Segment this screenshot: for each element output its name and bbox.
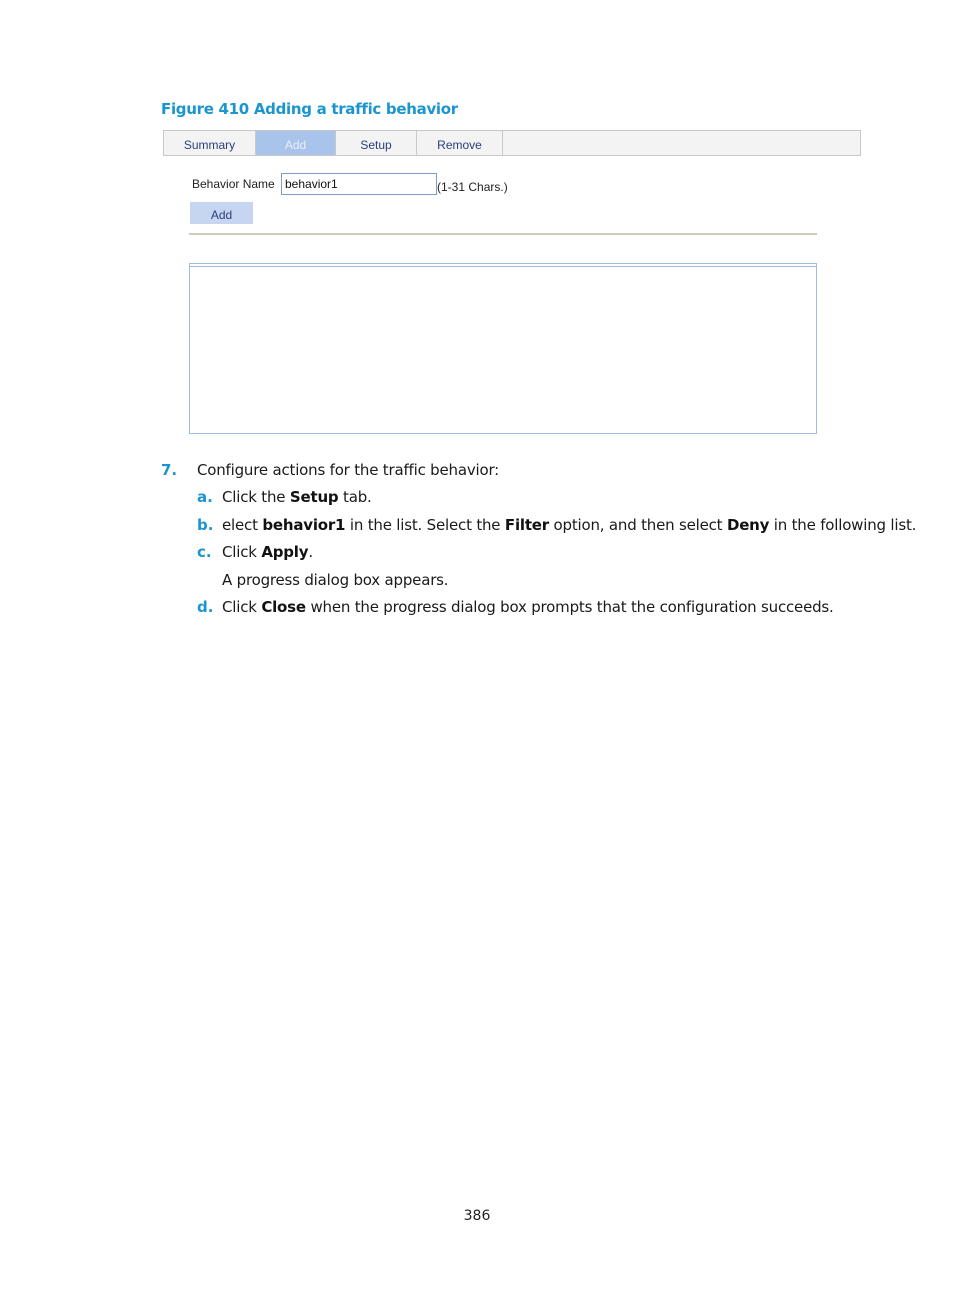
substep-b-text-mid2: option, and then select xyxy=(548,516,727,534)
substep-d: Click Close when the progress dialog box… xyxy=(222,598,834,616)
substep-marker-b: b. xyxy=(197,516,214,534)
substep-c: Click Apply. xyxy=(222,543,313,561)
tab-remove[interactable]: Remove xyxy=(417,131,503,155)
tab-bar: Summary Add Setup Remove xyxy=(163,130,861,156)
close-term: Close xyxy=(261,598,306,616)
substep-marker-d: d. xyxy=(197,598,214,616)
substep-b-text-end: in the following list. xyxy=(769,516,917,534)
behavior-list-box[interactable] xyxy=(189,263,817,434)
substep-d-text: Click xyxy=(222,598,262,616)
page-number: 386 xyxy=(463,1208,491,1224)
substep-a: Click the Setup tab. xyxy=(222,488,372,506)
divider xyxy=(189,233,817,235)
deny-term: Deny xyxy=(726,516,770,534)
substep-c-text: Click xyxy=(222,543,262,561)
substep-a-text-end: tab. xyxy=(338,488,372,506)
behavior-name-hint: (1-31 Chars.) xyxy=(437,180,508,194)
tab-setup[interactable]: Setup xyxy=(336,131,417,155)
tab-add[interactable]: Add xyxy=(256,131,336,155)
tab-summary[interactable]: Summary xyxy=(164,131,256,155)
setup-term: Setup xyxy=(289,488,339,506)
behavior-name-label: Behavior Name xyxy=(192,177,275,191)
substep-marker-c: c. xyxy=(197,543,212,561)
behavior-name-input[interactable] xyxy=(281,173,437,195)
step-number: 7. xyxy=(161,461,178,479)
substep-b-text: elect xyxy=(222,516,263,534)
figure-caption: Figure 410 Adding a traffic behavior xyxy=(161,100,458,118)
filter-term: Filter xyxy=(504,516,549,534)
apply-term: Apply xyxy=(261,543,309,561)
add-button[interactable]: Add xyxy=(190,202,253,224)
substep-b-text-mid1: in the list. Select the xyxy=(345,516,505,534)
substep-d-text-end: when the progress dialog box prompts tha… xyxy=(305,598,834,616)
step-text: Configure actions for the traffic behavi… xyxy=(197,461,500,479)
substep-c-note: A progress dialog box appears. xyxy=(222,571,449,589)
substep-a-text: Click the xyxy=(222,488,290,506)
substep-b: elect behavior1 in the list. Select the … xyxy=(222,516,916,534)
substep-c-text-end: . xyxy=(308,543,313,561)
behavior1-term: behavior1 xyxy=(262,516,346,534)
substep-marker-a: a. xyxy=(197,488,213,506)
